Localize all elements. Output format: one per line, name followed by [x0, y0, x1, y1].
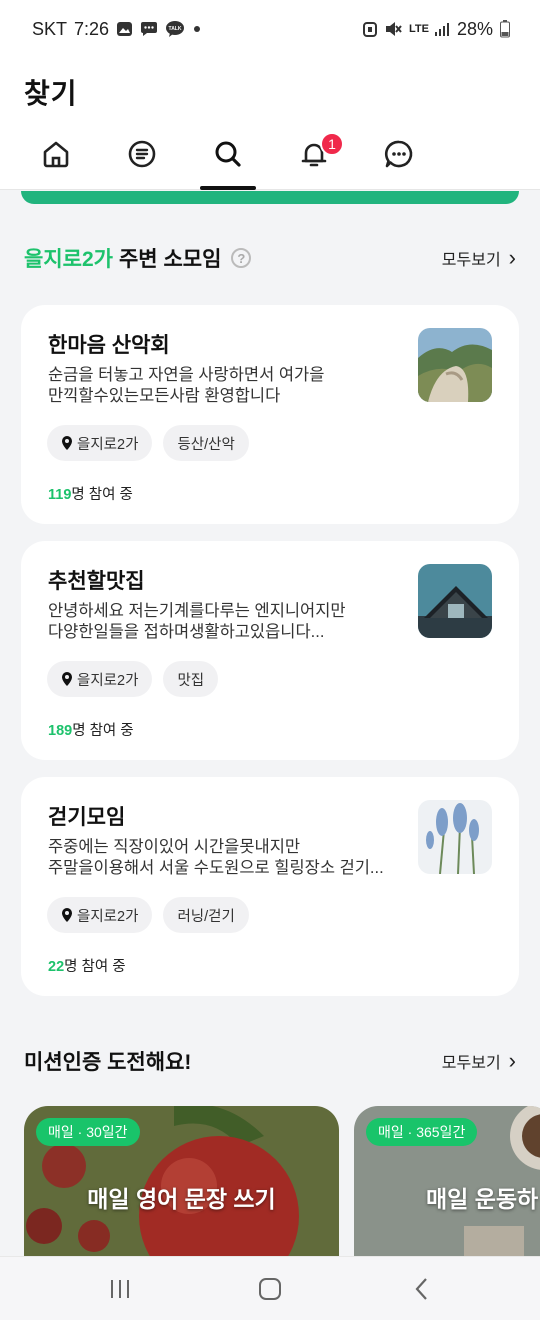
- group-card[interactable]: 추천할맛집 안녕하세요 저는기계를다루는 엔지니어지만 다양한일들을 접하며생활…: [21, 541, 519, 760]
- notification-badge: 1: [320, 132, 344, 156]
- location-tag[interactable]: 을지로2가: [47, 661, 153, 697]
- mission-badge: 매일 · 30일간: [36, 1118, 140, 1146]
- group-name: 한마음 산악회: [48, 334, 170, 357]
- member-count-suffix: 명 참여 중: [64, 959, 126, 975]
- location-tag-label: 을지로2가: [77, 908, 139, 925]
- tag-list: 을지로2가 맛집: [47, 661, 219, 697]
- group-description-line: 다양한일들을 접하며생활하고있읍니다...: [48, 623, 325, 641]
- recent-apps-icon: [111, 1280, 129, 1298]
- group-card[interactable]: 한마음 산악회 순금을 터놓고 자연을 사랑하면서 여가을 만끽할수있는모든사람…: [21, 305, 519, 524]
- tab-notifications[interactable]: 1: [279, 132, 349, 190]
- status-bar: SKT 7:26 TALK LTE 28%: [0, 0, 540, 58]
- member-count: 119명 참여 중: [48, 483, 133, 504]
- chevron-right-icon: ›: [508, 1048, 516, 1073]
- location-pin-icon: [62, 672, 72, 686]
- category-tag[interactable]: 러닝/걷기: [163, 897, 249, 933]
- category-tag[interactable]: 맛집: [163, 661, 219, 697]
- active-tab-indicator: [200, 186, 256, 190]
- search-icon: [215, 141, 241, 167]
- nearby-groups-header: 을지로2가 주변 소모임 ? 모두보기 ›: [24, 241, 516, 275]
- see-all-link[interactable]: 모두보기 ›: [442, 1049, 516, 1073]
- tag-list: 을지로2가 등산/산악: [47, 425, 249, 461]
- carrier-label: SKT: [32, 18, 68, 39]
- tab-feed[interactable]: [107, 132, 177, 190]
- missions-header: 미션인증 도전해요! 모두보기 ›: [24, 1044, 516, 1078]
- group-description-line: 안녕하세요 저는기계를다루는 엔지니어지만: [48, 602, 346, 620]
- tag-list: 을지로2가 러닝/걷기: [47, 897, 249, 933]
- tab-search[interactable]: [193, 132, 263, 190]
- nav-tabs: 1: [0, 132, 540, 190]
- group-description: 주중에는 직장이있어 시간을못내지만 주말을이용해서 서울 수도원으로 힐링장소…: [48, 837, 393, 879]
- page-title: 찾기: [24, 78, 78, 109]
- location-pin-icon: [62, 436, 72, 450]
- battery-icon: [500, 20, 510, 38]
- section-title: 미션인증 도전해요!: [24, 1051, 192, 1074]
- message-icon: [140, 21, 158, 37]
- battery-percent: 28%: [456, 18, 493, 39]
- recent-apps-button[interactable]: [90, 1271, 150, 1307]
- network-type-label: LTE: [408, 22, 429, 35]
- location-tag-label: 을지로2가: [77, 436, 139, 453]
- location-pin-icon: [62, 908, 72, 922]
- dot-icon: [192, 24, 202, 34]
- see-all-label: 모두보기: [441, 252, 501, 269]
- mission-card[interactable]: 매일 · 365일간 매일 운동하: [354, 1106, 540, 1266]
- member-count-number: 22: [48, 959, 65, 975]
- see-all-link[interactable]: 모두보기 ›: [442, 246, 516, 270]
- system-navigation-bar: [0, 1256, 540, 1320]
- group-description: 순금을 터놓고 자연을 사랑하면서 여가을 만끽할수있는모든사람 환영합니다: [48, 365, 393, 407]
- category-tag[interactable]: 등산/산악: [163, 425, 249, 461]
- tab-profile[interactable]: [449, 132, 519, 190]
- mission-title: 매일 영어 문장 쓰기: [87, 1186, 276, 1212]
- group-thumbnail: [418, 800, 492, 874]
- group-card[interactable]: 걷기모임 주중에는 직장이있어 시간을못내지만 주말을이용해서 서울 수도원으로…: [21, 777, 519, 996]
- gallery-icon: [116, 21, 133, 37]
- group-description-line: 주중에는 직장이있어 시간을못내지만: [48, 838, 301, 856]
- back-button[interactable]: [392, 1271, 452, 1307]
- clock: 7:26: [74, 18, 110, 39]
- group-name: 걷기모임: [48, 806, 126, 829]
- location-tag[interactable]: 을지로2가: [47, 897, 153, 933]
- location-tag-label: 을지로2가: [77, 672, 139, 689]
- member-count-suffix: 명 참여 중: [72, 723, 134, 739]
- group-thumbnail: [418, 328, 492, 402]
- signal-icon: [434, 21, 450, 37]
- chevron-right-icon: ›: [508, 245, 516, 270]
- mission-badge: 매일 · 365일간: [366, 1118, 478, 1146]
- section-title-suffix: 주변 소모임: [118, 248, 222, 271]
- section-title: 을지로2가 주변 소모임 ?: [24, 243, 252, 273]
- group-description-line: 만끽할수있는모든사람 환영합니다: [48, 387, 281, 405]
- location-tag[interactable]: 을지로2가: [47, 425, 153, 461]
- member-count: 189명 참여 중: [48, 719, 134, 740]
- see-all-label: 모두보기: [441, 1055, 501, 1072]
- tab-chat[interactable]: [364, 132, 434, 190]
- member-count-number: 119: [48, 487, 72, 503]
- list-icon: [128, 140, 156, 168]
- group-name: 추천할맛집: [48, 570, 145, 593]
- help-icon[interactable]: ?: [231, 248, 252, 268]
- group-description-line: 주말을이용해서 서울 수도원으로 힐링장소 걷기...: [48, 859, 384, 877]
- kakaotalk-icon: TALK: [165, 20, 185, 38]
- member-count-suffix: 명 참여 중: [71, 487, 133, 503]
- banner[interactable]: [21, 191, 519, 204]
- location-label: 을지로2가: [24, 248, 113, 271]
- group-description-line: 순금을 터놓고 자연을 사랑하면서 여가을: [48, 366, 325, 384]
- group-description: 안녕하세요 저는기계를다루는 엔지니어지만 다양한일들을 접하며생활하고있읍니다…: [48, 601, 393, 643]
- group-thumbnail: [418, 564, 492, 638]
- mission-title: 매일 운동하: [426, 1186, 539, 1212]
- home-button[interactable]: [240, 1271, 300, 1307]
- home-circle-icon: [259, 1278, 281, 1300]
- member-count-number: 189: [48, 723, 73, 739]
- alarm-icon: [362, 20, 377, 38]
- home-icon: [43, 141, 69, 168]
- svg-text:TALK: TALK: [169, 26, 182, 32]
- chat-icon: [384, 140, 413, 168]
- mute-icon: [384, 20, 402, 38]
- mission-card[interactable]: 매일 · 30일간 매일 영어 문장 쓰기: [24, 1106, 339, 1266]
- back-icon: [415, 1278, 427, 1300]
- member-count: 22명 참여 중: [48, 955, 126, 976]
- tab-home[interactable]: [21, 132, 91, 190]
- app-header: 찾기 1: [0, 58, 540, 190]
